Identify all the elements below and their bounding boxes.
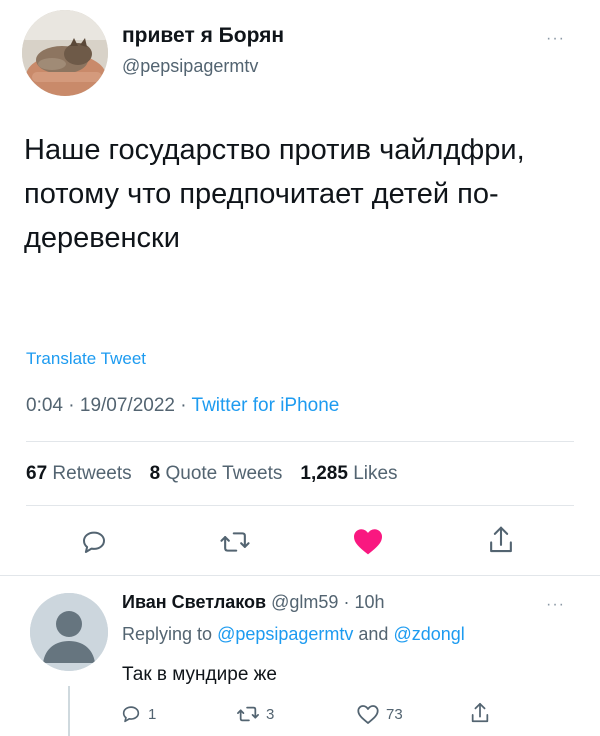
divider xyxy=(0,575,600,576)
cat-photo-icon xyxy=(22,10,108,96)
reply-text: Так в мундире же xyxy=(122,664,277,685)
heart-outline-icon xyxy=(357,705,379,724)
replying-and-label: and xyxy=(353,624,394,644)
reply-more-options-icon[interactable]: ··· xyxy=(546,596,565,614)
retweet-icon xyxy=(220,532,250,552)
heart-filled-icon xyxy=(354,529,382,555)
likes-stat[interactable]: 1,285 Likes xyxy=(300,463,397,484)
reply-retweet-count: 3 xyxy=(266,705,275,723)
reply-reply-count: 1 xyxy=(148,705,157,723)
translate-tweet-link[interactable]: Translate Tweet xyxy=(26,349,146,369)
reply-button[interactable] xyxy=(79,527,109,557)
reply-icon xyxy=(122,706,140,723)
reply-author-avatar[interactable] xyxy=(30,593,108,671)
divider xyxy=(26,505,574,506)
like-button[interactable] xyxy=(352,526,384,556)
tweet-source-link[interactable]: Twitter for iPhone xyxy=(192,395,340,416)
share-icon xyxy=(490,526,512,553)
replying-to-user-link[interactable]: @zdongl xyxy=(393,624,464,644)
quote-tweets-stat[interactable]: 8 Quote Tweets xyxy=(150,463,283,484)
reply-share-button[interactable] xyxy=(469,701,491,730)
replying-to-user-link[interactable]: @pepsipagermtv xyxy=(217,624,353,644)
more-options-icon[interactable]: ··· xyxy=(546,30,565,48)
replying-to-label: Replying to xyxy=(122,624,218,644)
author-display-name[interactable]: привет я Борян xyxy=(122,24,284,48)
tweet-text: Наше государство против чайлдфри, потому… xyxy=(24,134,525,254)
tweet-date[interactable]: 19/07/2022 xyxy=(80,395,175,416)
author-handle[interactable]: @pepsipagermtv xyxy=(122,56,258,77)
tweet-time[interactable]: 0:04 xyxy=(26,395,63,416)
retweet-button[interactable] xyxy=(219,527,251,557)
meta-separator: · xyxy=(62,395,80,416)
tweet-metadata: 0:04 · 19/07/2022 · Twitter for iPhone xyxy=(26,395,339,417)
share-icon xyxy=(471,702,489,723)
share-button[interactable] xyxy=(486,524,516,556)
author-avatar[interactable] xyxy=(22,10,108,96)
default-avatar-icon xyxy=(30,593,108,671)
reply-time[interactable]: 10h xyxy=(354,592,384,612)
reply-like-button[interactable]: 73 xyxy=(356,703,403,725)
replying-to: Replying to @pepsipagermtv and @zdongl xyxy=(122,624,465,645)
tweet-stats: 67 Retweets 8 Quote Tweets 1,285 Likes xyxy=(26,463,398,485)
reply-icon xyxy=(83,531,105,553)
thread-connector-line xyxy=(68,686,70,736)
reply-retweet-button[interactable]: 3 xyxy=(236,703,274,725)
reply-separator: · xyxy=(338,592,355,612)
reply-display-name[interactable]: Иван Светлаков xyxy=(122,592,266,612)
meta-separator: · xyxy=(174,395,192,416)
reply-header: Иван Светлаков @glm59 · 10h xyxy=(122,592,384,613)
retweets-stat[interactable]: 67 Retweets xyxy=(26,463,132,484)
reply-reply-button[interactable]: 1 xyxy=(120,703,156,725)
reply-handle[interactable]: @glm59 xyxy=(271,592,338,612)
reply-like-count: 73 xyxy=(386,705,403,723)
retweet-icon xyxy=(237,706,259,722)
divider xyxy=(26,441,574,442)
